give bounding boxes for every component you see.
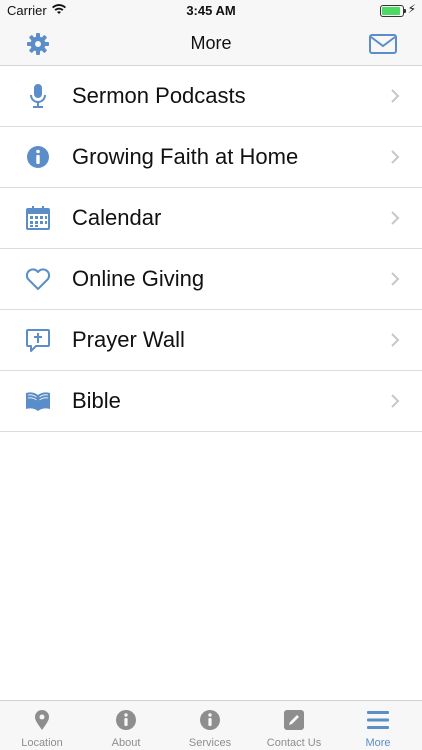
tab-label: Location <box>21 737 63 749</box>
info-icon <box>200 710 220 730</box>
chevron-right-icon <box>391 211 400 225</box>
tab-label: About <box>111 737 141 749</box>
menu-item-online-giving[interactable]: Online Giving <box>0 249 422 310</box>
tab-location[interactable]: Location <box>0 701 84 750</box>
cross-speech-bubble-icon <box>26 329 50 352</box>
mail-icon[interactable] <box>369 34 397 54</box>
more-menu-list: Sermon Podcasts Growing Faith at Home Ca… <box>0 66 422 432</box>
navigation-bar: More <box>0 22 422 66</box>
tab-services[interactable]: Services <box>168 701 252 750</box>
menu-item-bible[interactable]: Bible <box>0 371 422 432</box>
map-pin-icon <box>35 710 49 730</box>
chevron-right-icon <box>391 394 400 408</box>
tab-label: Contact Us <box>266 737 322 749</box>
tab-label: Services <box>188 737 232 749</box>
info-icon <box>116 710 136 730</box>
tab-about[interactable]: About <box>84 701 168 750</box>
menu-item-calendar[interactable]: Calendar <box>0 188 422 249</box>
tab-label: More <box>365 737 391 749</box>
menu-item-label: Calendar <box>72 205 162 230</box>
tab-contact-us[interactable]: Contact Us <box>252 701 336 750</box>
menu-item-label: Sermon Podcasts <box>72 83 246 108</box>
pencil-icon <box>284 710 304 730</box>
menu-item-prayer-wall[interactable]: Prayer Wall <box>0 310 422 371</box>
info-icon <box>27 146 49 168</box>
chevron-right-icon <box>391 150 400 164</box>
chevron-right-icon <box>391 89 400 103</box>
battery-level-fill <box>382 7 400 15</box>
status-bar: Carrier 3:45 AM ⚡ <box>0 0 422 22</box>
battery-tip <box>404 9 406 13</box>
microphone-icon <box>30 84 46 108</box>
menu-item-label: Growing Faith at Home <box>72 144 299 169</box>
hamburger-menu-icon <box>367 711 389 729</box>
calendar-icon <box>26 206 50 230</box>
menu-item-label: Online Giving <box>72 266 205 291</box>
clock-time: 3:45 AM <box>186 3 236 18</box>
app-screen: Carrier 3:45 AM ⚡ More Sermon Podcasts G… <box>0 0 422 750</box>
battery-icon <box>380 5 406 17</box>
tab-bar: Location About Services Contact Us More <box>0 700 422 750</box>
menu-item-label: Prayer Wall <box>72 327 185 352</box>
page-title: More <box>190 33 232 53</box>
heart-icon <box>25 268 51 290</box>
open-book-icon <box>26 392 50 411</box>
menu-item-label: Bible <box>72 388 121 413</box>
chevron-right-icon <box>391 333 400 347</box>
chevron-right-icon <box>391 272 400 286</box>
menu-item-sermon-podcasts[interactable]: Sermon Podcasts <box>0 66 422 127</box>
charging-bolt-icon: ⚡ <box>407 2 416 16</box>
menu-item-growing-faith-at-home[interactable]: Growing Faith at Home <box>0 127 422 188</box>
tab-more[interactable]: More <box>336 701 420 750</box>
